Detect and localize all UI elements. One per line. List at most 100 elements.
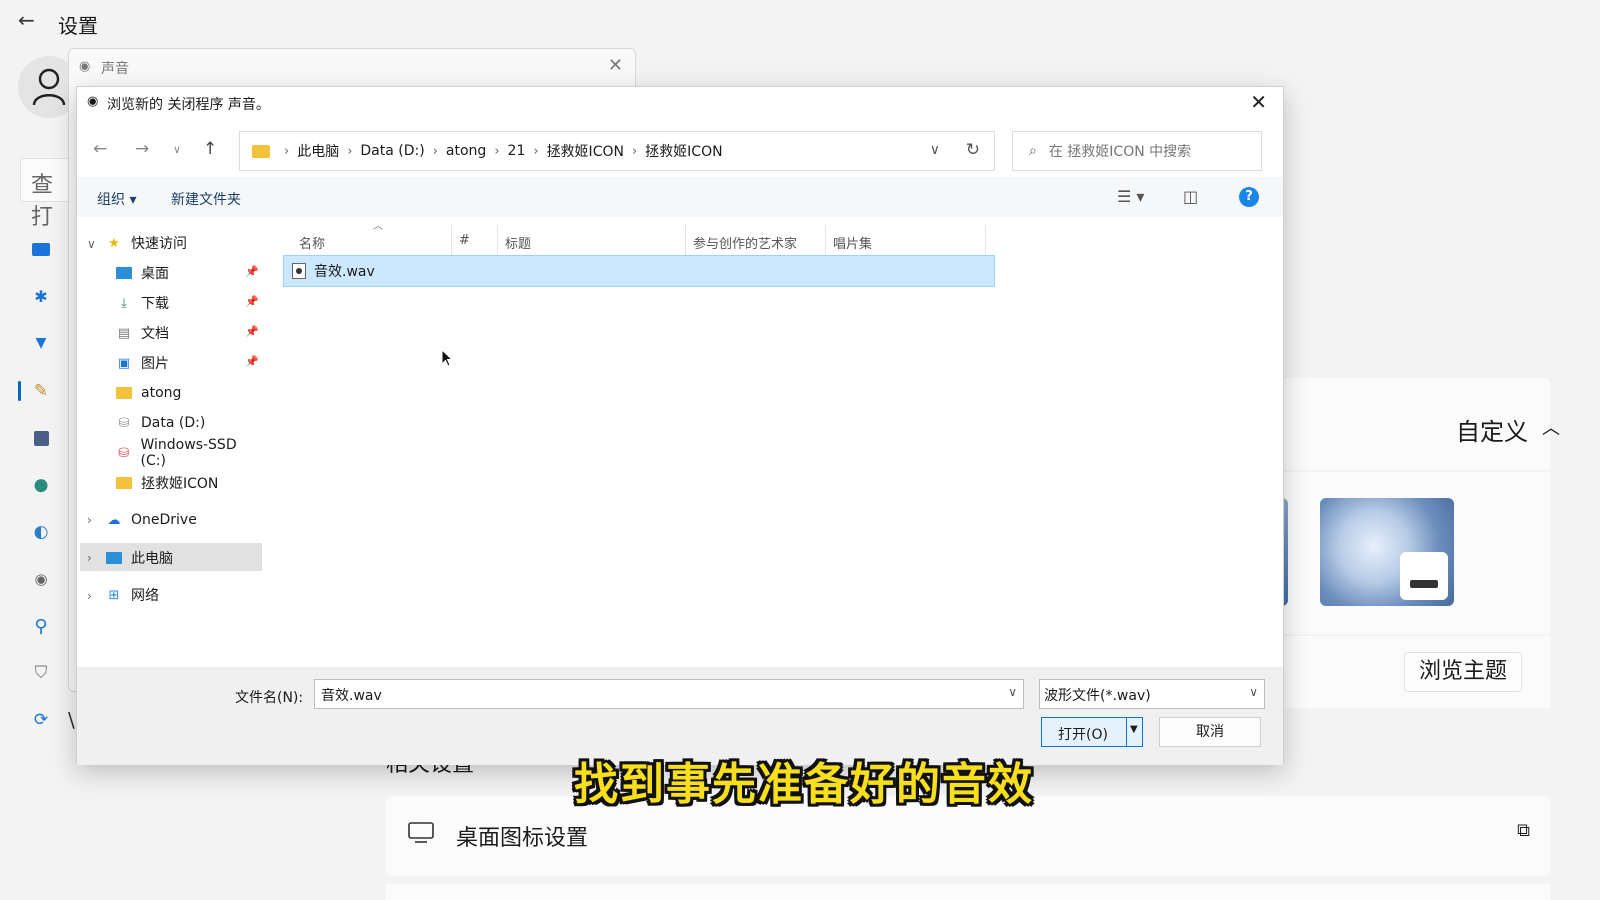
chevron-down-icon[interactable]: ∨ — [1008, 685, 1017, 699]
file-row[interactable]: 音效.wav — [283, 255, 995, 287]
column-title[interactable]: 标题 — [505, 233, 531, 252]
help-icon[interactable]: ? — [1239, 187, 1259, 207]
document-icon: ▤ — [117, 325, 131, 341]
gaming-icon[interactable]: ◉ — [30, 568, 52, 590]
chevron-right-icon[interactable]: › — [87, 589, 92, 603]
dialog-title: 浏览新的 关闭程序 声音。 — [107, 97, 270, 113]
speaker-icon: ◉ — [87, 94, 99, 109]
bluetooth-icon[interactable]: ✱ — [30, 285, 52, 307]
privacy-shield-icon[interactable]: ⛉ — [30, 662, 52, 684]
external-link-icon: ⧉ — [1517, 820, 1530, 841]
recent-locations-chevron-icon[interactable]: ∨ — [173, 143, 181, 156]
cancel-button[interactable]: 取消 — [1159, 717, 1261, 747]
nav-desktop[interactable]: 桌面 — [115, 259, 169, 287]
address-bar[interactable]: › 此电脑 › Data (D:) › atong › 21 › 拯救姬ICON… — [239, 131, 995, 171]
nav-data-drive[interactable]: ⛁ Data (D:) — [115, 409, 206, 437]
pictures-icon: ▣ — [117, 355, 131, 371]
time-language-icon[interactable]: ◐ — [30, 521, 52, 543]
column-header-row: 名称 # 标题 参与创作的艺术家 唱片集 — [265, 225, 1175, 255]
nav-network[interactable]: ⊞ 网络 — [105, 581, 159, 609]
breadcrumb-item[interactable]: 拯救姬ICON — [645, 141, 722, 161]
column-artist[interactable]: 参与创作的艺术家 — [693, 233, 797, 252]
filename-input[interactable]: 音效.wav ∨ — [314, 679, 1024, 709]
drive-icon: ⛁ — [118, 415, 130, 431]
filename-label: 文件名(N): — [235, 690, 304, 706]
sound-dialog-title: 声音 — [101, 61, 129, 77]
speaker-icon: ◉ — [79, 59, 91, 74]
chevron-right-icon[interactable]: › — [87, 551, 92, 565]
open-button[interactable]: 打开(O) ▼ — [1041, 717, 1143, 747]
chevron-down-icon[interactable]: ∨ — [87, 237, 96, 251]
folder-search-input[interactable]: ⌕ 在 拯救姬ICON 中搜索 — [1012, 131, 1262, 171]
close-icon[interactable]: ✕ — [608, 55, 623, 76]
file-open-dialog: ◉ 浏览新的 关闭程序 声音。 ✕ ← → ∨ ↑ › 此电脑 › Data (… — [76, 86, 1284, 765]
breadcrumb-item[interactable]: 21 — [508, 143, 526, 159]
folder-icon — [252, 144, 270, 158]
settings-title: 设置 — [58, 14, 98, 38]
nav-windows-ssd[interactable]: ⛁ Windows-SSD (C:) — [115, 437, 263, 469]
open-options-dropdown-icon[interactable]: ▼ — [1130, 724, 1138, 735]
video-caption: 找到事先准备好的音效 — [574, 759, 1034, 810]
download-icon: ⤓ — [121, 295, 127, 311]
chevron-right-icon[interactable]: › — [87, 513, 92, 527]
up-icon[interactable]: ↑ — [203, 139, 217, 159]
mouse-cursor-icon — [441, 349, 453, 367]
column-number[interactable]: # — [459, 233, 470, 248]
network-icon[interactable]: ▼ — [30, 332, 52, 354]
nav-icon-folder[interactable]: 拯救姬ICON — [115, 469, 218, 497]
filetype-select[interactable]: 波形文件(*.wav) ∨ — [1039, 679, 1265, 709]
close-icon[interactable]: ✕ — [1250, 90, 1267, 114]
breadcrumb-item[interactable]: 此电脑 — [297, 141, 339, 161]
star-icon: ★ — [108, 235, 120, 251]
apps-icon[interactable] — [30, 427, 52, 449]
navigation-pane: ∨ ★ 快速访问 桌面 📌 ⤓ 下载 📌 ▤ 文档 📌 ▣ 图片 📌 atong ⛁ Da… — [77, 219, 263, 659]
windows-update-icon[interactable]: ⟳ — [30, 709, 52, 731]
preview-pane-icon[interactable]: ◫ — [1183, 187, 1198, 206]
breadcrumb-item[interactable]: atong — [446, 143, 486, 159]
theme-thumbnail[interactable] — [1320, 498, 1454, 606]
folder-icon — [115, 385, 133, 401]
filename-value: 音效.wav — [321, 688, 382, 704]
system-icon[interactable] — [30, 238, 52, 260]
search-icon: ⌕ — [1029, 143, 1037, 159]
nav-this-pc[interactable]: 此电脑 — [105, 544, 173, 572]
navigation-bar: ← → ∨ ↑ › 此电脑 › Data (D:) › atong › 21 ›… — [77, 127, 1283, 175]
accessibility-icon[interactable]: ⚲ — [30, 615, 52, 637]
accounts-icon[interactable]: ● — [30, 474, 52, 496]
organize-menu[interactable]: 组织 ▾ — [97, 189, 136, 209]
command-toolbar: 组织 ▾ 新建文件夹 ☰ ▾ ◫ ? — [77, 177, 1283, 217]
open-button-label: 打开(O) — [1058, 727, 1108, 743]
chevron-down-icon[interactable]: ∨ — [1249, 685, 1258, 699]
nav-quick-access[interactable]: ★ 快速访问 — [105, 229, 187, 257]
back-icon[interactable]: ← — [93, 139, 107, 159]
nav-selected-indicator — [18, 381, 21, 401]
column-album[interactable]: 唱片集 — [833, 233, 872, 252]
search-placeholder: 在 拯救姬ICON 中搜索 — [1048, 144, 1192, 160]
nav-atong[interactable]: atong — [115, 379, 181, 407]
chevron-up-icon[interactable]: ︿ — [1542, 414, 1560, 440]
network-icon: ⊞ — [108, 587, 120, 603]
nav-pictures[interactable]: ▣ 图片 — [115, 349, 169, 377]
settings-row — [386, 884, 1550, 900]
folder-icon — [115, 475, 133, 491]
monitor-icon — [408, 822, 434, 843]
new-folder-button[interactable]: 新建文件夹 — [171, 189, 241, 209]
nav-downloads[interactable]: ⤓ 下载 — [115, 289, 169, 317]
view-options-icon[interactable]: ☰ ▾ — [1117, 187, 1144, 206]
browse-theme-button[interactable]: 浏览主题 — [1404, 652, 1522, 692]
back-arrow-icon[interactable]: ← — [18, 8, 35, 32]
address-dropdown-icon[interactable]: ∨ — [930, 142, 940, 158]
nav-label-fragment: \ — [68, 708, 75, 732]
breadcrumb-item[interactable]: Data (D:) — [360, 143, 424, 159]
nav-documents[interactable]: ▤ 文档 — [115, 319, 169, 347]
forward-icon[interactable]: → — [135, 139, 149, 159]
system-drive-icon: ⛁ — [118, 445, 130, 461]
refresh-icon[interactable]: ↻ — [966, 140, 980, 160]
nav-onedrive[interactable]: ☁ OneDrive — [105, 506, 197, 534]
breadcrumb-item[interactable]: 拯救姬ICON — [547, 141, 624, 161]
pin-icon: 📌 — [245, 325, 259, 338]
pin-icon: 📌 — [245, 265, 259, 278]
column-name[interactable]: 名称 — [299, 233, 325, 252]
personalization-icon[interactable]: ✎ — [30, 380, 52, 402]
desktop-icon — [115, 265, 133, 281]
